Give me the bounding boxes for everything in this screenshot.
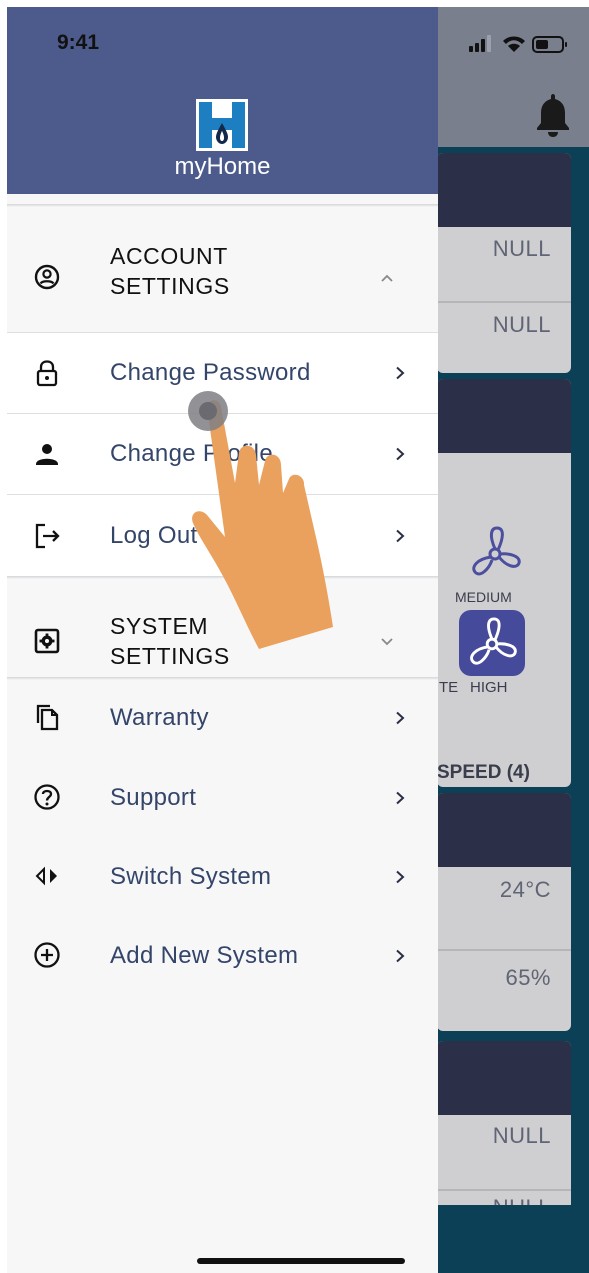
drawer-header: 9:41 myHome	[7, 7, 438, 194]
tap-hand-icon	[188, 391, 333, 649]
fan-label: TE	[439, 679, 459, 696]
chevron-right-icon	[396, 529, 405, 543]
chevron-up-icon	[381, 274, 393, 282]
lock-icon	[36, 360, 58, 387]
fan-icon	[472, 526, 521, 576]
account-settings-header[interactable]: ACCOUNT SETTINGS	[7, 227, 438, 331]
chevron-down-icon	[381, 638, 393, 646]
fan-high-button[interactable]	[459, 610, 525, 676]
account-settings-title: ACCOUNT SETTINGS	[110, 243, 230, 299]
background-value: NULL	[492, 312, 551, 337]
home-indicator	[197, 1258, 405, 1264]
help-icon	[34, 784, 60, 810]
copy-icon	[36, 704, 59, 731]
status-icons	[469, 35, 567, 53]
brand-name: myHome	[174, 153, 271, 180]
support-item[interactable]: Support	[7, 759, 438, 839]
chevron-right-icon	[396, 711, 405, 725]
warranty-item[interactable]: Warranty	[7, 679, 438, 759]
status-time: 9:41	[57, 31, 100, 54]
background-card: NULL NULL	[437, 1041, 571, 1205]
chevron-right-icon	[396, 870, 405, 884]
warranty-label: Warranty	[110, 704, 209, 731]
myhome-logo	[196, 99, 248, 151]
switch-system-item[interactable]: Switch System	[7, 838, 438, 918]
switch-system-label: Switch System	[110, 863, 272, 890]
add-circle-icon	[34, 942, 60, 968]
fan-label: HIGH	[470, 679, 508, 696]
chevron-right-icon	[396, 949, 405, 963]
background-card: NULL NULL	[437, 153, 571, 373]
fan-icon	[470, 617, 517, 665]
settings-icon	[34, 628, 60, 654]
chevron-right-icon	[396, 366, 405, 380]
background-value: 24°C	[499, 877, 551, 902]
switch-icon	[35, 866, 57, 886]
background-card: 24°C 65%	[437, 793, 571, 1031]
logout-icon	[35, 523, 60, 549]
chevron-right-icon	[396, 447, 405, 461]
add-new-system-item[interactable]: Add New System	[7, 917, 438, 997]
account-circle-icon	[34, 264, 60, 290]
phone-screen: NULL NULL MEDIUM TE HIGH SPEED (4) 24°C …	[7, 7, 589, 1273]
chevron-right-icon	[396, 791, 405, 805]
background-value: NULL	[492, 236, 551, 261]
fan-medium-label: MEDIUM	[455, 589, 512, 605]
background-value: NULL	[492, 1123, 551, 1148]
speed-label: SPEED (4)	[437, 762, 530, 783]
bell-icon[interactable]	[535, 92, 571, 138]
person-icon	[36, 444, 58, 465]
change-password-label: Change Password	[110, 359, 311, 386]
support-label: Support	[110, 784, 197, 811]
add-new-system-label: Add New System	[110, 942, 299, 969]
background-value: 65%	[505, 965, 551, 990]
background-fan-card: MEDIUM TE HIGH SPEED (4)	[437, 379, 571, 787]
background-value: NULL	[493, 1195, 551, 1205]
